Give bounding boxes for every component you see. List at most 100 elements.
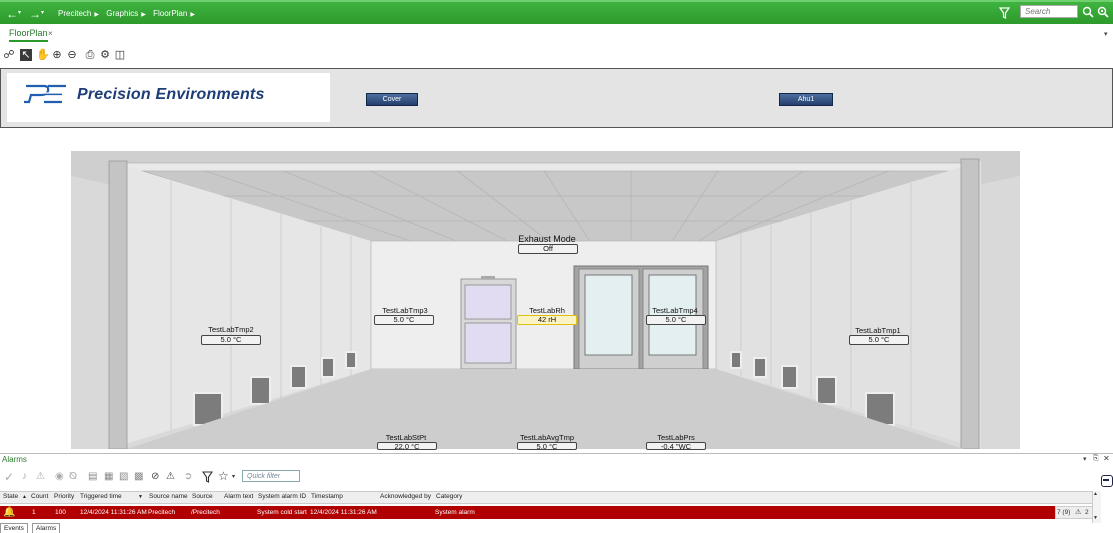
logo-mark-icon xyxy=(22,84,68,104)
search-input[interactable]: Search xyxy=(1020,5,1078,18)
sensor-label-testlabstpt: TestLabStPt xyxy=(385,433,427,442)
pan-hand-icon[interactable]: ✋ xyxy=(36,49,50,61)
disable-alarm-icon[interactable]: ⊘ xyxy=(151,471,159,482)
column-header-alarm-text[interactable]: Alarm text xyxy=(224,493,253,500)
bottom-tab-strip xyxy=(0,523,1113,532)
column-header-count[interactable]: Count xyxy=(31,493,48,500)
favorites-star-icon[interactable]: ☆ xyxy=(218,469,229,483)
sensor-value-testlabprs[interactable]: -0.4 "WC xyxy=(646,442,706,450)
sensor-value-testlabtmp2[interactable]: 5.0 °C xyxy=(201,335,261,345)
print-preview-icon[interactable]: ◫ xyxy=(114,49,126,61)
tab-floorplan[interactable]: FloorPlan xyxy=(9,28,48,42)
logo-text: Precision Environments xyxy=(77,86,265,103)
details-icon[interactable]: ▦ xyxy=(104,471,113,482)
tab-strip xyxy=(0,24,1113,44)
print-settings-icon[interactable]: ⚙ xyxy=(99,49,111,61)
exhaust-mode-value[interactable]: Off xyxy=(518,244,578,254)
alarm-timestamp: 12/4/2024 11:31:26 AM xyxy=(310,509,377,516)
breadcrumb-item[interactable]: FloorPlan xyxy=(153,9,187,18)
sensor-value-testlabtmp4[interactable]: 5.0 °C xyxy=(646,315,706,325)
checklist-icon[interactable]: ▩ xyxy=(134,471,143,482)
column-header-priority[interactable]: Priority xyxy=(54,493,74,500)
sensor-label-testlabtmp3: TestLabTmp3 xyxy=(382,306,428,315)
alarm-source-name: Precitech xyxy=(148,509,176,516)
graphics-toolbar xyxy=(0,46,1113,66)
breadcrumb-separator-icon[interactable]: ▶ xyxy=(190,12,195,18)
reset-alarm-icon[interactable]: ⚠ xyxy=(36,471,45,482)
filter-icon[interactable] xyxy=(999,7,1010,19)
sensor-value-testlabtmp1[interactable]: 5.0 °C xyxy=(849,335,909,345)
panel-menu-icon[interactable]: ▾ xyxy=(1083,455,1087,463)
cover-button[interactable]: Cover xyxy=(366,93,418,106)
sensor-value-testlabtmp3[interactable]: 5.0 °C xyxy=(374,315,434,325)
sensor-value-testlabrh[interactable]: 42 rH xyxy=(517,315,577,325)
back-arrow-icon[interactable]: ← xyxy=(6,7,18,21)
breadcrumb-item[interactable]: Graphics xyxy=(106,9,138,18)
column-header-triggered-time[interactable]: Triggered time xyxy=(80,493,122,500)
scroll-down-icon[interactable]: ▼ xyxy=(1093,515,1098,521)
alarm-count: 1 xyxy=(32,509,36,516)
forward-arrow-icon[interactable]: → xyxy=(29,7,41,21)
acknowledge-icon[interactable]: ✓ xyxy=(4,470,14,484)
silence-bell-icon[interactable]: ♪ xyxy=(22,471,27,482)
shelve-icon[interactable]: ◉ xyxy=(55,471,64,482)
breadcrumb: Precitech ▶ Graphics ▶ FloorPlan ▶ xyxy=(58,9,200,18)
column-header-acknowledged-by[interactable]: Acknowledged by xyxy=(380,493,431,500)
tab-close-icon[interactable]: × xyxy=(48,29,53,38)
floorplan-graphic xyxy=(71,151,1020,449)
favorites-dropdown-icon[interactable]: ▾ xyxy=(232,473,235,480)
comment-icon[interactable]: ▤ xyxy=(88,471,97,482)
binoculars-icon[interactable]: ☍ xyxy=(3,49,15,61)
panel-close-icon[interactable]: ✕ xyxy=(1103,454,1110,463)
ahu1-button[interactable]: Ahu1 xyxy=(779,93,833,106)
advanced-search-icon[interactable] xyxy=(1097,6,1109,18)
back-dropdown-icon[interactable]: ▾ xyxy=(18,9,21,16)
column-header-timestamp[interactable]: Timestamp xyxy=(311,493,343,500)
alarm-mode-icon-bar xyxy=(1103,479,1109,481)
sensor-value-testlabavgtmp[interactable]: 5.0 °C xyxy=(517,442,577,450)
breadcrumb-separator-icon[interactable]: ▶ xyxy=(94,12,99,18)
alarm-settings-icon[interactable]: ⚠ xyxy=(166,471,175,482)
breadcrumb-item[interactable]: Precitech xyxy=(58,9,91,18)
alarm-bell-count-icon: ⚠ xyxy=(1075,509,1082,516)
alarm-priority: 100 xyxy=(55,509,66,516)
column-header-source[interactable]: Source xyxy=(192,493,213,500)
sort-descending-icon[interactable]: ▼ xyxy=(138,494,143,500)
sensor-label-testlabprs: TestLabPrs xyxy=(657,433,695,442)
alarm-counter-secondary: 2 xyxy=(1085,509,1089,516)
alarm-filter-icon[interactable] xyxy=(202,471,213,483)
column-header-state[interactable]: State xyxy=(3,493,18,500)
exhaust-mode-label: Exhaust Mode xyxy=(518,234,576,244)
quick-filter-input[interactable]: Quick filter xyxy=(242,470,300,482)
alarm-category: System alarm xyxy=(435,509,475,516)
column-header-source-name[interactable]: Source name xyxy=(149,493,188,500)
scroll-up-icon[interactable]: ▲ xyxy=(1093,491,1098,497)
tab-list-dropdown-icon[interactable]: ▾ xyxy=(1104,30,1108,38)
zoom-in-icon[interactable]: ⊕ xyxy=(51,49,63,61)
sensor-label-testlabtmp4: TestLabTmp4 xyxy=(652,306,698,315)
sensor-label-testlabtmp1: TestLabTmp1 xyxy=(855,326,901,335)
search-icon[interactable] xyxy=(1082,6,1094,18)
panel-pin-icon[interactable]: ⎘ xyxy=(1093,455,1099,463)
sensor-label-testlabavgtmp: TestLabAvgTmp xyxy=(519,433,575,442)
column-header-category[interactable]: Category xyxy=(436,493,462,500)
select-pointer-icon[interactable]: ↖ xyxy=(20,49,32,61)
alarm-mode-icon[interactable] xyxy=(1101,475,1113,487)
sensor-label-testlabtmp2: TestLabTmp2 xyxy=(208,325,254,334)
unshelve-icon[interactable]: ⦰ xyxy=(69,471,77,482)
sort-ascending-icon[interactable]: ▲ xyxy=(22,494,27,500)
zoom-out-icon[interactable]: ⊖ xyxy=(66,49,78,61)
print-icon[interactable]: ⎙ xyxy=(84,49,96,61)
forward-dropdown-icon[interactable]: ▾ xyxy=(41,9,44,16)
alarms-panel-title: Alarms xyxy=(2,455,27,464)
instructions-icon[interactable]: ▧ xyxy=(119,471,128,482)
column-header-system-alarm-id[interactable]: System alarm ID xyxy=(258,493,306,500)
alarm-text: System cold start xyxy=(257,509,307,516)
alarm-counter: 7 (9) xyxy=(1057,509,1071,516)
room-illustration xyxy=(71,151,1020,449)
breadcrumb-separator-icon[interactable]: ▶ xyxy=(141,12,146,18)
sensor-label-testlabrh: TestLabRh xyxy=(529,306,565,315)
go-to-source-icon[interactable]: ➲ xyxy=(184,471,192,482)
sensor-value-testlabstpt[interactable]: 22.0 °C xyxy=(377,442,437,450)
alarm-bell-icon: 🔔 xyxy=(3,507,16,518)
